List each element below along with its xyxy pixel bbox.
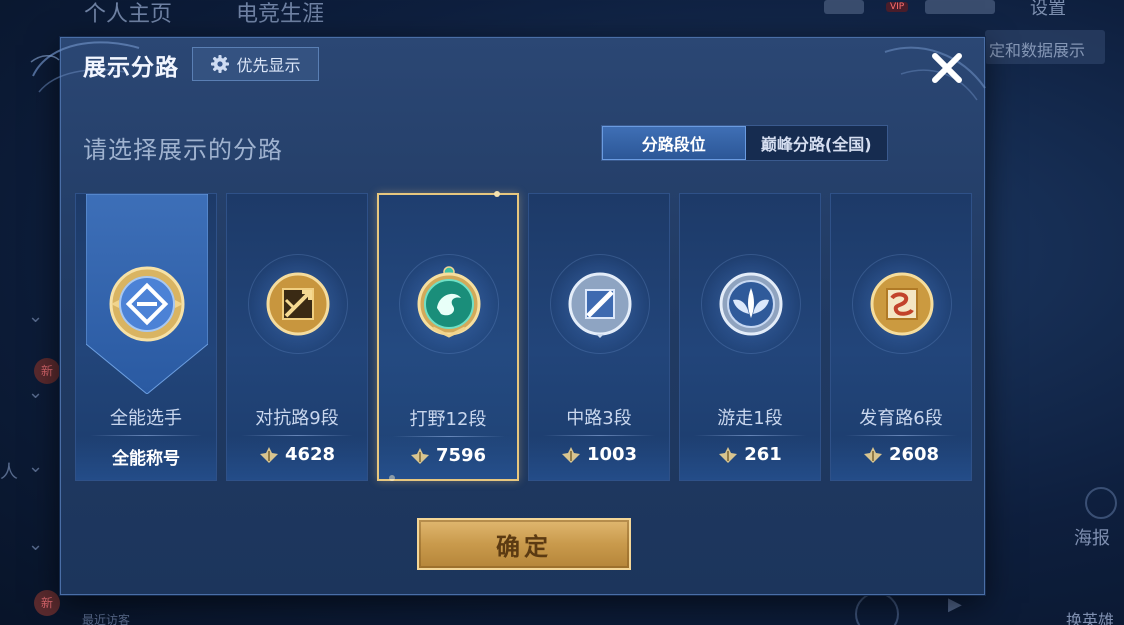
bg-data-display-button: 定和数据展示 — [985, 30, 1105, 64]
lane-card-name: 对抗路9段 — [255, 408, 339, 429]
bg-chevron-icon: ⌄ — [28, 306, 44, 327]
bg-settings: 设置 — [1030, 0, 1066, 19]
card-divider — [694, 435, 806, 436]
lane-card-clash-lane[interactable]: 对抗路9段 4628 — [226, 193, 368, 481]
bg-new-badge: 新 — [34, 590, 60, 616]
tab-lane-rank[interactable]: 分路段位 — [602, 126, 746, 160]
lane-card-name: 中路3段 — [566, 408, 632, 429]
bg-chevron-icon: ⌄ — [28, 382, 44, 403]
card-divider — [393, 436, 505, 437]
mid-lane-emblem-icon — [568, 272, 632, 338]
lane-card-points-value: 7596 — [435, 445, 487, 466]
lane-display-dialog: 展示分路 优先显示 请选择展示的分路 分路段位 巅峰分路(全国) 全能选手 全能… — [30, 37, 986, 595]
lane-mode-tabs: 分路段位 巅峰分路(全国) — [601, 125, 888, 161]
lane-card-points: 2608 — [831, 444, 971, 465]
jungle-emblem-icon — [417, 266, 481, 338]
bg-side-label: 人 — [0, 462, 18, 483]
lane-card-title: 全能称号 — [112, 449, 180, 469]
bg-new-badge: 新 — [34, 358, 60, 384]
lane-card-points-value: 4628 — [284, 444, 336, 465]
dialog-subtitle: 请选择展示的分路 — [83, 136, 283, 164]
bg-round-button — [855, 592, 899, 625]
lane-card-points: 4628 — [227, 444, 367, 465]
lane-card-jungle[interactable]: 打野12段 7596 — [377, 191, 519, 481]
bg-chevron-icon: ⌄ — [28, 456, 44, 477]
lane-card-points: 1003 — [529, 444, 669, 465]
lane-card-name: 发育路6段 — [859, 408, 943, 429]
lane-card-name: 游走1段 — [717, 408, 783, 429]
lane-card-list: 全能选手 全能称号 对抗路9段 4628 打野12段 7596 中路3段 100… — [75, 191, 973, 481]
lane-card-points: 7596 — [379, 445, 517, 466]
roam-emblem-icon — [719, 272, 783, 336]
rank-points-icon — [561, 446, 580, 463]
bg-chevron-icon: ⌄ — [28, 534, 44, 555]
priority-display-label: 优先显示 — [236, 56, 301, 75]
lane-card-mid-lane[interactable]: 中路3段 1003 — [528, 193, 670, 481]
background-header: 个人主页 电竞生涯 VIP 设置 — [0, 0, 1124, 30]
bg-data-display-label: 定和数据展示 — [989, 41, 1086, 60]
lane-card-points-value: 2608 — [888, 444, 940, 465]
lane-card-roam[interactable]: 游走1段 261 — [679, 193, 821, 481]
lane-card-name: 全能选手 — [110, 408, 182, 429]
lane-card-points: 261 — [680, 444, 820, 465]
priority-display-button[interactable]: 优先显示 — [192, 47, 319, 81]
close-button[interactable] — [923, 44, 971, 92]
gear-icon — [211, 55, 230, 73]
bg-recent-visitors: 最近访客 — [82, 613, 131, 625]
clash-lane-emblem-icon — [266, 272, 330, 336]
dialog-title: 展示分路 — [83, 55, 179, 81]
rank-points-icon — [719, 446, 738, 463]
bg-vip-badge: VIP — [886, 2, 909, 12]
card-divider — [543, 435, 655, 436]
bg-icon — [925, 0, 995, 14]
lane-card-points-value: 261 — [744, 444, 782, 465]
card-divider — [845, 435, 957, 436]
lane-card-farm-lane[interactable]: 发育路6段 2608 — [830, 193, 972, 481]
bg-icon — [824, 0, 864, 14]
lane-card-all-round[interactable]: 全能选手 全能称号 — [75, 193, 217, 481]
rank-points-icon — [259, 446, 278, 463]
confirm-button[interactable]: 确定 — [417, 518, 631, 570]
rank-points-icon — [863, 446, 882, 463]
tab-peak-lane-national[interactable]: 巅峰分路(全国) — [746, 126, 888, 160]
bg-play-icon: ▶ — [948, 594, 962, 615]
selection-corner — [494, 191, 500, 197]
bg-poster-label: 海报 — [1074, 528, 1110, 549]
farm-lane-emblem-icon — [870, 272, 934, 336]
bg-tab-esports-career: 电竞生涯 — [236, 2, 325, 27]
bg-tab-profile: 个人主页 — [84, 2, 173, 27]
lane-card-name: 打野12段 — [409, 409, 487, 430]
all-round-emblem-icon — [109, 266, 185, 342]
lane-card-points-value: 1003 — [586, 444, 638, 465]
rank-points-icon — [410, 447, 429, 464]
bg-poster-icon — [1085, 487, 1117, 519]
card-divider — [90, 435, 202, 436]
card-divider — [241, 435, 353, 436]
bg-change-hero-label: 换英雄 — [1066, 611, 1115, 625]
close-icon — [932, 53, 962, 83]
